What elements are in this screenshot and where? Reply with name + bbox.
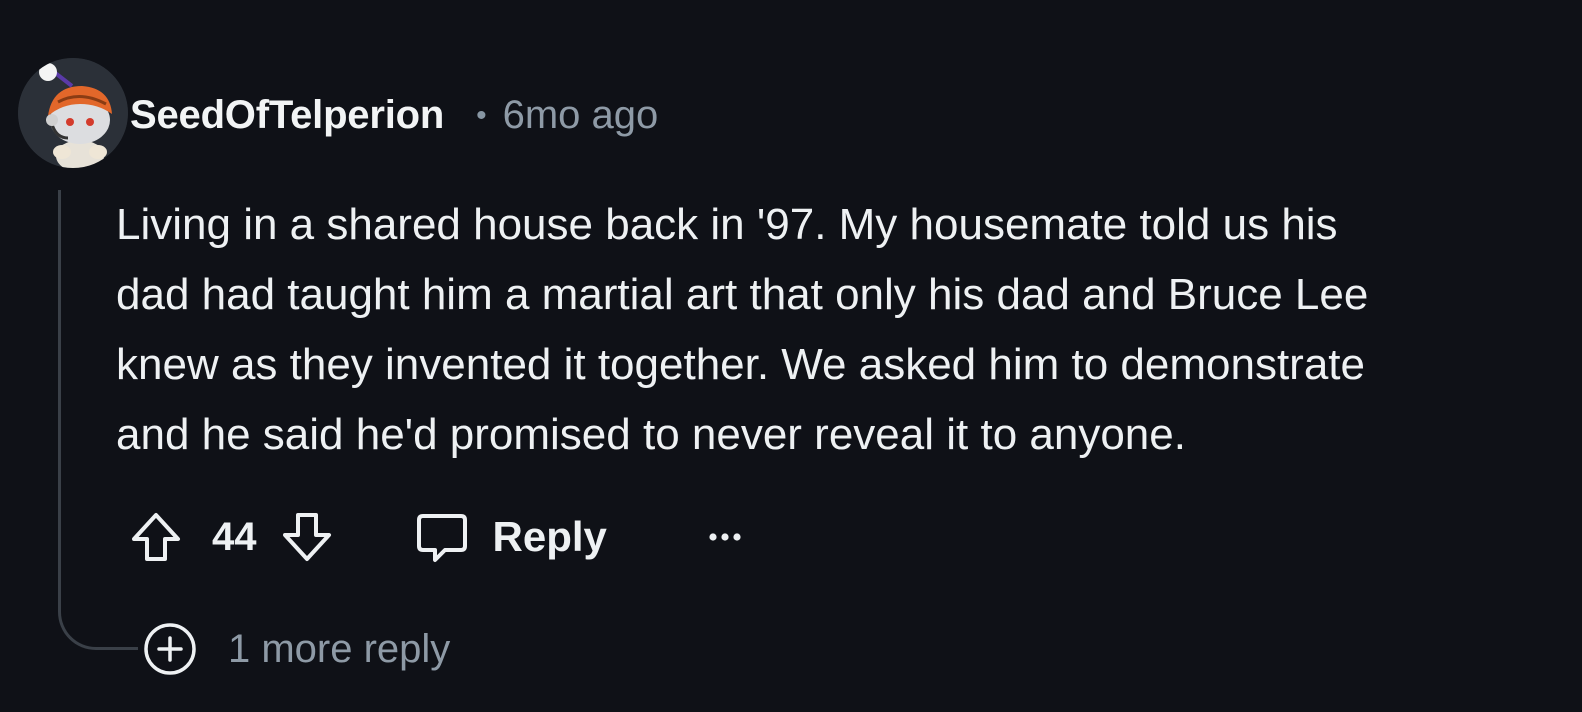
upvote-button[interactable] — [128, 509, 184, 565]
comment-timestamp: 6mo ago — [502, 92, 659, 137]
comment-body: Living in a shared house back in '97. My… — [116, 190, 1576, 470]
comment-body-line: dad had taught him a martial art that on… — [116, 270, 1369, 319]
comment-body-line: knew as they invented it together. We as… — [116, 340, 1365, 389]
snoo-avatar-icon — [18, 58, 128, 168]
more-replies-label: 1 more reply — [228, 626, 451, 671]
comment-actions: 44 Reply — [128, 506, 745, 568]
username-link[interactable]: SeedOfTelperion — [130, 93, 444, 138]
plus-circle-icon — [144, 623, 196, 675]
comment-body-line: and he said he'd promised to never revea… — [116, 410, 1186, 459]
more-replies-button[interactable]: 1 more reply — [142, 620, 450, 678]
reply-button[interactable]: Reply — [415, 510, 607, 564]
comment-body-line: Living in a shared house back in '97. My… — [116, 200, 1338, 249]
speech-bubble-icon — [416, 514, 467, 562]
upvote-arrow-icon — [132, 513, 180, 561]
more-options-button[interactable] — [705, 527, 745, 547]
downvote-button[interactable] — [279, 509, 335, 565]
meta-separator: • — [476, 99, 487, 132]
comment-meta: SeedOfTelperion • 6mo ago — [130, 90, 658, 140]
vote-score: 44 — [212, 514, 257, 559]
downvote-arrow-icon — [282, 513, 331, 561]
user-avatar[interactable] — [18, 58, 128, 168]
comment: SeedOfTelperion • 6mo ago Living in a sh… — [0, 0, 1582, 712]
reply-label: Reply — [492, 513, 607, 560]
ellipsis-icon — [709, 533, 741, 541]
